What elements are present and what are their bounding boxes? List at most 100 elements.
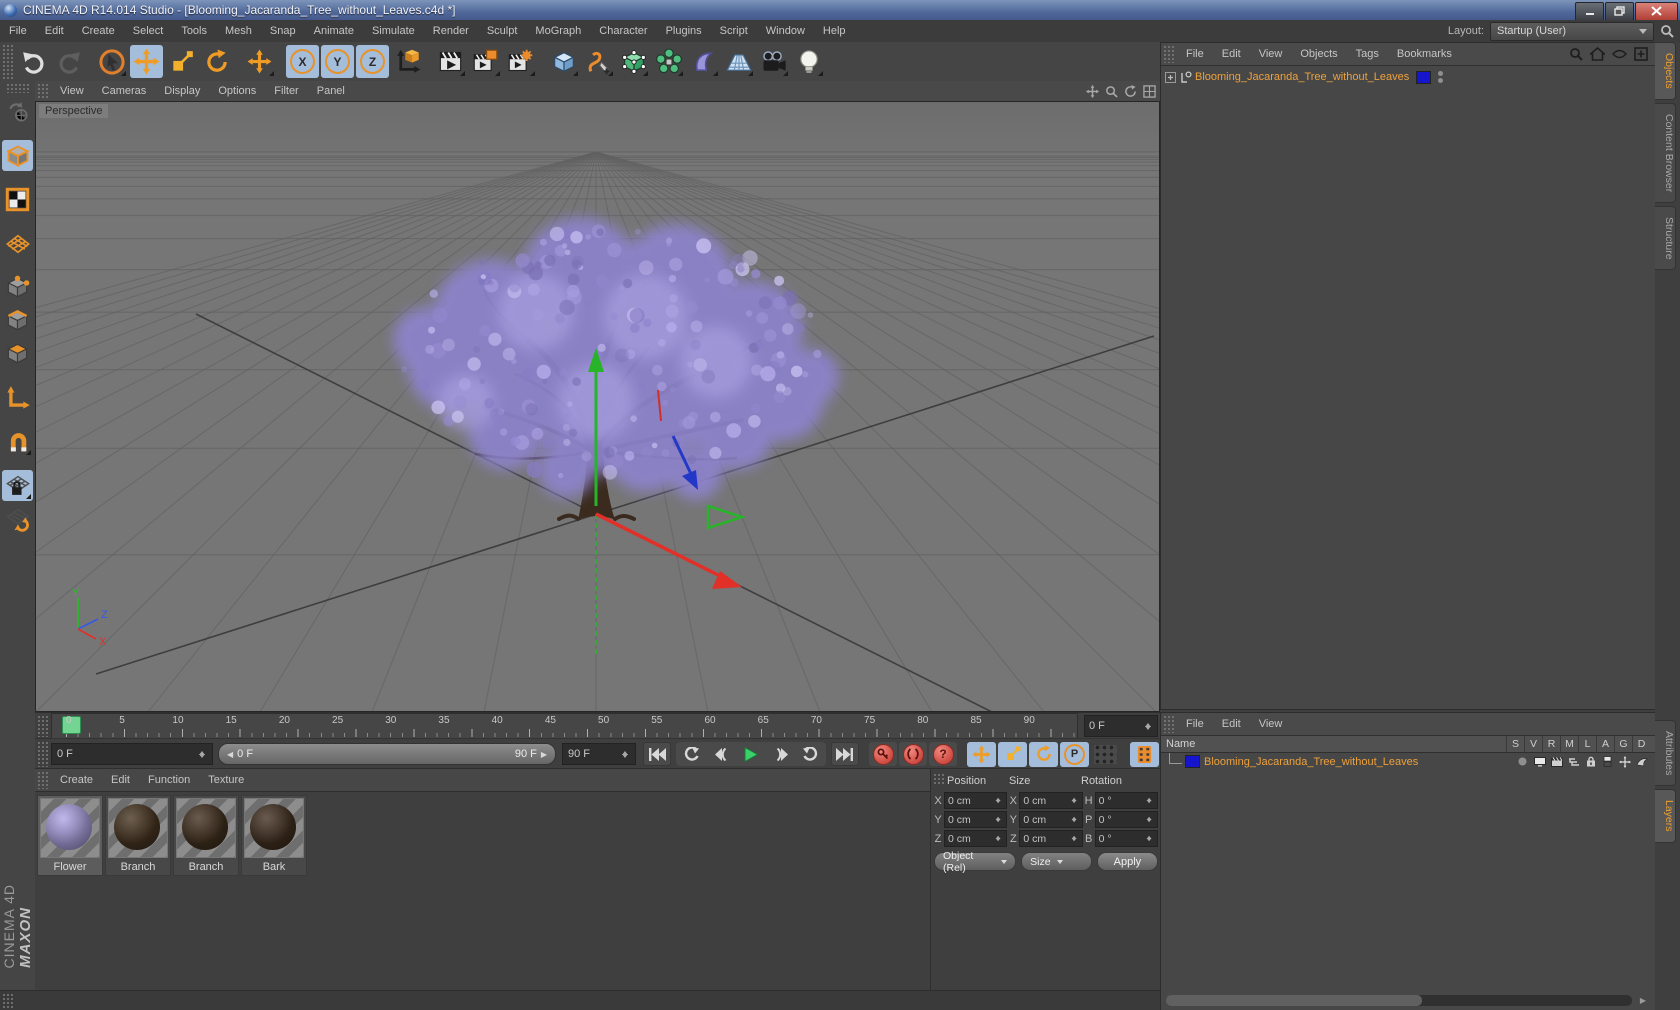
menu-item[interactable]: Help: [814, 20, 855, 42]
play-button[interactable]: [737, 742, 765, 766]
spinner-arrows[interactable]: [621, 748, 630, 761]
status-grip[interactable]: [2, 993, 14, 1009]
side-tab[interactable]: Objects: [1655, 42, 1676, 100]
side-tab[interactable]: Structure: [1655, 205, 1676, 271]
record-keyframe-button[interactable]: [869, 742, 897, 766]
render-settings-button[interactable]: [504, 45, 537, 78]
viewport-menu-item[interactable]: Filter: [265, 81, 307, 101]
key-parameter-toggle[interactable]: P: [1060, 741, 1089, 767]
om-grip[interactable]: [1163, 45, 1175, 63]
workplane-rotate-button[interactable]: [2, 503, 33, 534]
add-camera-button[interactable]: [757, 45, 790, 78]
axis-lock-button[interactable]: Z: [356, 45, 389, 78]
column-header[interactable]: R: [1542, 736, 1560, 752]
redo-button[interactable]: [52, 45, 85, 78]
range-left-arrow[interactable]: ◀: [227, 750, 233, 759]
menu-item[interactable]: Window: [757, 20, 814, 42]
layout-dropdown[interactable]: Startup (User): [1490, 21, 1654, 41]
maximize-button[interactable]: [1605, 1, 1634, 21]
om-home-icon[interactable]: [1590, 47, 1605, 61]
menu-item[interactable]: Character: [590, 20, 656, 42]
goto-end-button[interactable]: [831, 742, 859, 766]
make-editable-button[interactable]: [2, 96, 33, 127]
add-deformer-button[interactable]: [687, 45, 720, 78]
object-row[interactable]: Blooming_Jacaranda_Tree_without_Leaves: [1161, 66, 1656, 86]
menu-item[interactable]: Edit: [36, 20, 73, 42]
rotation-value-field[interactable]: 0 °: [1094, 792, 1158, 809]
menu-item[interactable]: Snap: [261, 20, 305, 42]
side-tab[interactable]: Attributes: [1655, 720, 1676, 787]
visibility-dots[interactable]: [1438, 71, 1444, 83]
menu-item[interactable]: Render: [424, 20, 478, 42]
material-swatch[interactable]: Branch: [105, 795, 171, 876]
viewport-menu-item[interactable]: View: [51, 81, 93, 101]
rotation-value-field[interactable]: 0 °: [1094, 830, 1158, 847]
material-menu-item[interactable]: Function: [139, 769, 199, 791]
edges-mode-button[interactable]: [2, 305, 33, 336]
previous-frame-button[interactable]: [707, 742, 735, 766]
end-frame-field[interactable]: 90 F: [562, 743, 636, 765]
size-value-field[interactable]: 0 cm: [1019, 811, 1083, 828]
layers-menu-item[interactable]: Edit: [1213, 713, 1250, 735]
current-frame-field[interactable]: 0 F: [1084, 715, 1158, 737]
coordinate-mode-dropdown[interactable]: Object (Rel): [934, 850, 1017, 874]
texture-mode-button[interactable]: [2, 184, 33, 215]
render-to-picture-viewer-button[interactable]: [469, 45, 502, 78]
timeline-window-button[interactable]: [1130, 741, 1159, 767]
coordinate-system-button[interactable]: [391, 45, 424, 78]
spinner-arrows[interactable]: [198, 748, 207, 761]
size-value-field[interactable]: 0 cm: [1019, 830, 1083, 847]
apply-button[interactable]: Apply: [1096, 852, 1159, 871]
add-spline-button[interactable]: [582, 45, 615, 78]
coordinates-grip[interactable]: [933, 773, 945, 785]
timeline-ruler[interactable]: 0 5 10 15 20 25 30 35 40 45 50 55 60 65 70 75 80 85 90: [51, 713, 1078, 739]
model-mode-button[interactable]: [2, 140, 33, 171]
toolbar-grip[interactable]: [2, 44, 14, 79]
position-value-field[interactable]: 0 cm: [944, 792, 1008, 809]
palette-grip[interactable]: [5, 83, 30, 93]
layers-menu-item[interactable]: View: [1250, 713, 1292, 735]
goto-start-button[interactable]: [643, 742, 671, 766]
render-icon[interactable]: [1548, 756, 1565, 767]
move-tool-button[interactable]: [130, 45, 163, 78]
layout-search-icon[interactable]: [1660, 24, 1674, 38]
add-environment-button[interactable]: [722, 45, 755, 78]
material-thumbnail[interactable]: [108, 798, 168, 858]
toggle-view-icon[interactable]: [1143, 84, 1156, 98]
key-position-toggle[interactable]: [967, 741, 996, 767]
menu-item[interactable]: Animate: [305, 20, 363, 42]
lock-icon[interactable]: [1582, 756, 1599, 767]
animation-icon[interactable]: [1599, 756, 1616, 767]
name-column-header[interactable]: Name: [1161, 736, 1506, 752]
material-swatch[interactable]: Flower: [37, 795, 103, 876]
object-name[interactable]: Blooming_Jacaranda_Tree_without_Leaves: [1204, 756, 1514, 768]
viewport-canvas[interactable]: Perspective Y Z X: [35, 101, 1160, 712]
side-tab[interactable]: Content Browser: [1655, 102, 1676, 203]
om-menu-item[interactable]: File: [1177, 43, 1213, 65]
manager-icon[interactable]: [1565, 757, 1582, 767]
deformers-icon[interactable]: [1633, 757, 1650, 767]
column-header[interactable]: L: [1578, 736, 1596, 752]
menu-item[interactable]: File: [0, 20, 36, 42]
viewport-grip[interactable]: [37, 83, 49, 99]
menu-item[interactable]: Tools: [172, 20, 216, 42]
object-tree[interactable]: Blooming_Jacaranda_Tree_without_Leaves: [1161, 66, 1656, 709]
last-tool-button[interactable]: [243, 45, 276, 78]
size-mode-dropdown[interactable]: Size: [1021, 852, 1092, 871]
render-view-button[interactable]: [434, 45, 467, 78]
menu-item[interactable]: Create: [73, 20, 124, 42]
points-mode-button[interactable]: [2, 272, 33, 303]
menu-item[interactable]: Plugins: [657, 20, 711, 42]
column-header[interactable]: G: [1614, 736, 1632, 752]
layer-color-chip[interactable]: [1185, 755, 1200, 768]
axis-lock-button[interactable]: Y: [321, 45, 354, 78]
layers-menu-item[interactable]: File: [1177, 713, 1213, 735]
rotation-value-field[interactable]: 0 °: [1094, 811, 1158, 828]
material-thumbnail[interactable]: [176, 798, 236, 858]
snap-button[interactable]: [2, 426, 33, 457]
undo-button[interactable]: [17, 45, 50, 78]
keyframe-selection-button[interactable]: [1091, 742, 1120, 767]
live-selection-button[interactable]: [95, 45, 128, 78]
viewport-menu-item[interactable]: Display: [155, 81, 209, 101]
frame-range-slider[interactable]: ◀ 0 F 90 F ▶: [218, 743, 556, 765]
